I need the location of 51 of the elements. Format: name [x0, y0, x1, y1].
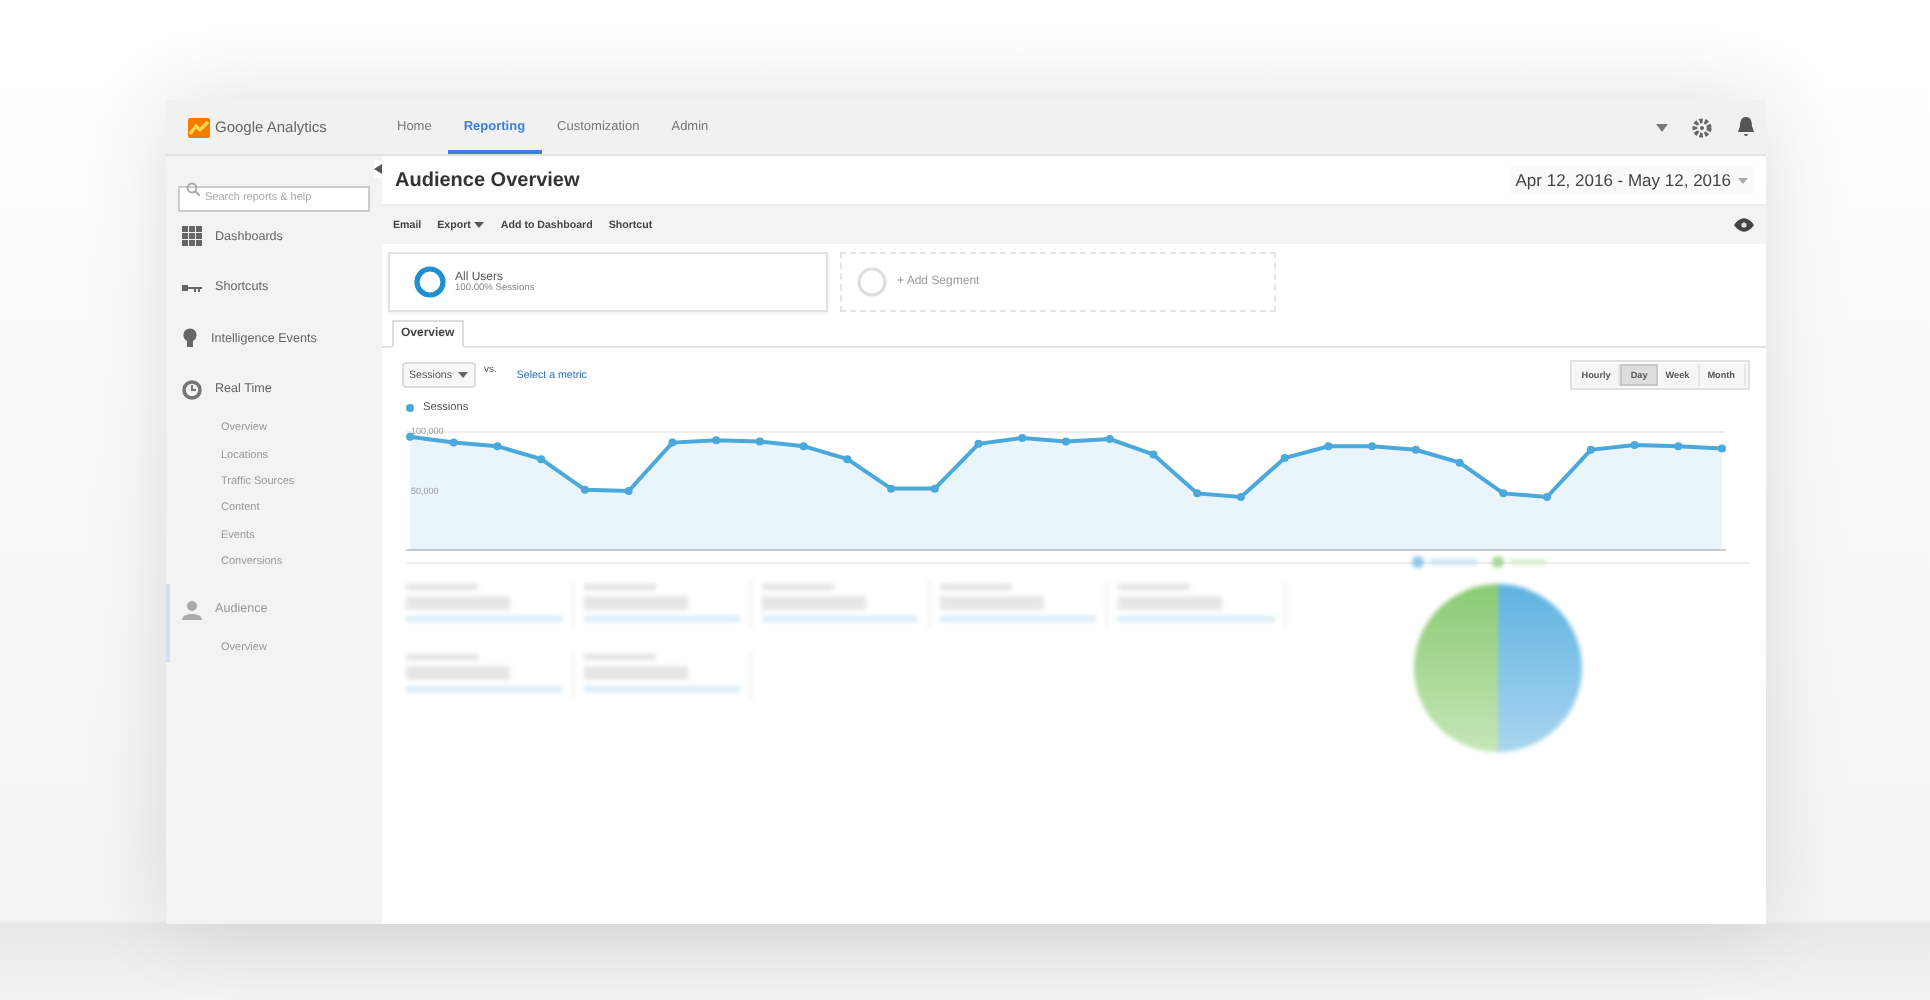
data-point	[1061, 437, 1069, 446]
settings-icon[interactable]	[1691, 117, 1711, 137]
data-point	[798, 442, 807, 451]
report-title: Audience Overview	[395, 169, 580, 191]
caret-icon	[1737, 177, 1747, 183]
data-point	[1454, 458, 1463, 467]
data-point	[1104, 435, 1113, 444]
data-point	[1148, 450, 1157, 459]
data-point	[1629, 441, 1638, 449]
collapse-button[interactable]	[373, 160, 383, 178]
data-point	[579, 485, 588, 494]
data-point	[405, 432, 413, 441]
caret-icon	[458, 372, 468, 378]
data-point	[754, 437, 763, 446]
key-icon	[181, 283, 201, 292]
caret-down-icon[interactable]	[1655, 123, 1667, 131]
data-point	[1017, 433, 1026, 442]
data-point	[1367, 442, 1376, 451]
data-point	[1717, 444, 1725, 453]
data-point	[492, 442, 501, 451]
data-point	[711, 436, 720, 445]
data-point	[1279, 453, 1288, 462]
data-point	[448, 438, 457, 447]
data-point	[1585, 445, 1594, 454]
ring-icon	[413, 266, 445, 298]
grid-icon	[181, 226, 201, 247]
clock-icon	[181, 379, 201, 400]
data-point	[1323, 442, 1332, 451]
data-point	[929, 484, 938, 493]
search-icon	[185, 182, 199, 196]
bell-icon[interactable]	[1735, 116, 1755, 138]
data-point	[1542, 492, 1551, 501]
data-point	[973, 439, 982, 448]
data-point	[667, 438, 676, 447]
data-point	[886, 484, 895, 493]
eye-icon[interactable]	[1733, 218, 1753, 232]
date-range-picker[interactable]: Apr 12, 2016 - May 12, 2016	[1509, 166, 1753, 194]
bulb-icon	[181, 328, 197, 349]
data-point	[1235, 492, 1244, 501]
person-icon	[181, 599, 201, 620]
logo-icon	[187, 117, 209, 137]
ring-icon	[855, 266, 887, 298]
data-point	[623, 487, 632, 495]
data-point	[536, 455, 545, 464]
legend-dot	[405, 404, 413, 412]
data-point	[1673, 442, 1682, 451]
data-point	[1410, 445, 1419, 454]
data-point	[842, 455, 851, 464]
data-point	[1192, 489, 1201, 498]
data-point	[1498, 489, 1507, 498]
caret-icon	[474, 222, 485, 228]
